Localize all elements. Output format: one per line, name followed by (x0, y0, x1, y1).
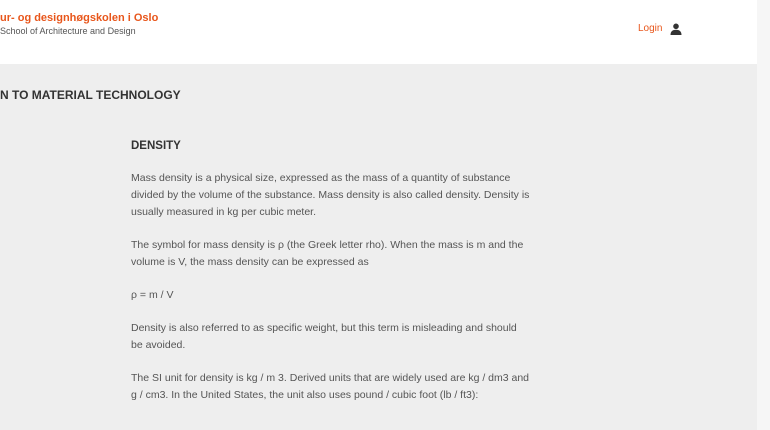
course-title: N TO MATERIAL TECHNOLOGY (0, 88, 181, 102)
brand-subtitle: School of Architecture and Design (0, 26, 136, 36)
article-paragraph: Mass density is a physical size, express… (131, 172, 530, 218)
scrollbar[interactable] (757, 0, 770, 430)
login-label: Login (638, 22, 663, 34)
article-heading: DENSITY (131, 140, 181, 152)
site-header: ur- og designhøgskolen i Oslo School of … (0, 0, 770, 64)
page: ur- og designhøgskolen i Oslo School of … (0, 0, 770, 430)
login-button[interactable]: Login (638, 22, 682, 35)
density-formula: ρ = m / V (131, 289, 174, 301)
brand-logo[interactable]: ur- og designhøgskolen i Oslo School of … (0, 12, 158, 36)
main-content: N TO MATERIAL TECHNOLOGY DENSITY Mass de… (0, 64, 757, 430)
article: DENSITY Mass density is a physical size,… (131, 138, 531, 420)
article-paragraph: Density is also referred to as specific … (131, 322, 517, 351)
user-icon (670, 22, 682, 35)
article-paragraph: The SI unit for density is kg / m 3. Der… (131, 372, 530, 401)
article-paragraph: The symbol for mass density is ρ (the Gr… (131, 239, 524, 268)
brand-title: ur- og designhøgskolen i Oslo (0, 12, 159, 24)
